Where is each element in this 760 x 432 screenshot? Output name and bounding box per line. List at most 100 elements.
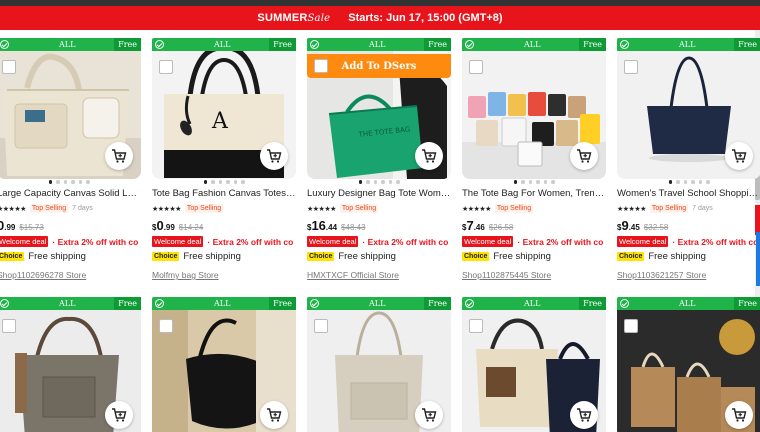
delivery-days: 7 days bbox=[692, 205, 713, 212]
add-to-cart-button[interactable] bbox=[415, 142, 443, 170]
price-row: $0.99 $14.24 bbox=[152, 218, 203, 233]
check-icon bbox=[0, 299, 9, 308]
all-label: ALL bbox=[214, 40, 231, 49]
shipping-badge-bar: ALL Free bbox=[152, 297, 296, 310]
rating-row: ★★★★★ Top Selling bbox=[307, 204, 379, 213]
add-to-cart-button[interactable] bbox=[105, 401, 133, 429]
all-label: ALL bbox=[679, 299, 696, 308]
select-checkbox[interactable] bbox=[159, 319, 173, 333]
product-title[interactable]: Large Capacity Canvas Solid Let… bbox=[0, 188, 141, 199]
select-checkbox[interactable] bbox=[624, 60, 638, 74]
select-checkbox[interactable] bbox=[469, 319, 483, 333]
select-checkbox[interactable] bbox=[2, 319, 16, 333]
shipping-row: Choice Free shipping bbox=[152, 251, 241, 262]
shipping-badge-bar: ALL Free bbox=[0, 297, 141, 310]
shipping-badge-bar: ALL Free bbox=[152, 38, 296, 51]
choice-badge: Choice bbox=[617, 252, 645, 261]
delivery-days: 7 days bbox=[72, 205, 93, 212]
shipping-row: Choice Free shipping bbox=[617, 251, 706, 262]
free-shipping-text: Free shipping bbox=[28, 251, 86, 262]
free-shipping-text: Free shipping bbox=[338, 251, 396, 262]
shipping-badge-bar: ALL Free bbox=[307, 38, 451, 51]
free-label: Free bbox=[424, 297, 451, 310]
image-carousel-dots[interactable] bbox=[152, 180, 296, 186]
choice-badge: Choice bbox=[152, 252, 180, 261]
select-checkbox[interactable] bbox=[624, 319, 638, 333]
welcome-deal-badge: Welcome deal bbox=[617, 236, 669, 247]
check-icon bbox=[310, 40, 319, 49]
add-to-cart-button[interactable] bbox=[570, 401, 598, 429]
select-checkbox[interactable] bbox=[159, 60, 173, 74]
shipping-badge-bar: ALL Free bbox=[462, 38, 606, 51]
product-title[interactable]: Tote Bag Fashion Canvas Totes … bbox=[152, 188, 296, 199]
free-label: Free bbox=[734, 38, 760, 51]
original-price: $32.58 bbox=[643, 223, 669, 232]
select-checkbox[interactable] bbox=[2, 60, 16, 74]
shipping-badge-bar: ALL Free bbox=[307, 297, 451, 310]
price-row: $9.45 $32.58 bbox=[617, 218, 668, 233]
select-checkbox[interactable] bbox=[314, 319, 328, 333]
deal-row: Welcome deal · Extra 2% off with co bbox=[462, 236, 606, 247]
top-selling-badge: Top Selling bbox=[184, 204, 224, 213]
floating-side-tab[interactable] bbox=[756, 232, 760, 286]
choice-badge: Choice bbox=[307, 252, 335, 261]
original-price: $48.43 bbox=[341, 223, 366, 232]
add-to-dsers-button[interactable]: Add To DSers bbox=[307, 54, 451, 78]
product-title[interactable]: Women's Travel School Shoppi… bbox=[617, 188, 760, 199]
top-selling-badge: Top Selling bbox=[494, 204, 534, 213]
extra-discount-text: · Extra 2% off with co bbox=[517, 236, 604, 247]
shipping-row: Choice Free shipping bbox=[0, 251, 86, 262]
store-link[interactable]: Shop1102696278 Store bbox=[0, 270, 86, 280]
all-label: ALL bbox=[59, 299, 76, 308]
image-carousel-dots[interactable] bbox=[617, 180, 760, 186]
add-to-cart-icon bbox=[577, 149, 592, 163]
top-selling-badge: Top Selling bbox=[649, 204, 689, 213]
rating-row: ★★★★★ Top Selling bbox=[462, 204, 534, 213]
free-label: Free bbox=[269, 38, 296, 51]
add-to-cart-button[interactable] bbox=[415, 401, 443, 429]
extra-discount-text: · Extra 2% off with co bbox=[672, 236, 759, 247]
product-title[interactable]: The Tote Bag For Women, Tren… bbox=[462, 188, 606, 199]
all-label: ALL bbox=[369, 299, 386, 308]
add-to-cart-button[interactable] bbox=[105, 142, 133, 170]
shipping-badge-bar: ALL Free bbox=[617, 38, 760, 51]
select-checkbox[interactable] bbox=[469, 60, 483, 74]
welcome-deal-badge: Welcome deal bbox=[152, 236, 204, 247]
shipping-row: Choice Free shipping bbox=[462, 251, 551, 262]
check-icon bbox=[465, 299, 474, 308]
free-shipping-text: Free shipping bbox=[183, 251, 241, 262]
add-to-cart-button[interactable] bbox=[260, 401, 288, 429]
summer-sale-banner[interactable]: SUMMERSale Starts: Jun 17, 15:00 (GMT+8) bbox=[0, 6, 760, 30]
choice-badge: Choice bbox=[462, 252, 490, 261]
banner-start-time: Starts: Jun 17, 15:00 (GMT+8) bbox=[348, 12, 503, 24]
rating-stars: ★★★★★ bbox=[0, 205, 26, 213]
store-link[interactable]: Shop1103621257 Store bbox=[617, 270, 706, 280]
all-label: ALL bbox=[524, 40, 541, 49]
add-to-cart-icon bbox=[422, 149, 437, 163]
select-checkbox[interactable] bbox=[314, 59, 328, 73]
store-link[interactable]: Molfmy bag Store bbox=[152, 270, 219, 280]
banner-brand: SUMMERSale bbox=[257, 12, 331, 24]
store-link[interactable]: HMXTXCF Official Store bbox=[307, 270, 399, 280]
check-icon bbox=[0, 40, 9, 49]
floating-side-button[interactable] bbox=[755, 205, 760, 235]
shipping-badge-bar: ALL Free bbox=[617, 297, 760, 310]
add-to-cart-button[interactable] bbox=[260, 142, 288, 170]
welcome-deal-badge: Welcome deal bbox=[0, 236, 49, 247]
add-to-cart-button[interactable] bbox=[725, 401, 753, 429]
check-icon bbox=[155, 40, 164, 49]
image-carousel-dots[interactable] bbox=[307, 180, 451, 186]
image-carousel-dots[interactable] bbox=[0, 180, 141, 186]
add-to-cart-button[interactable] bbox=[570, 142, 598, 170]
image-carousel-dots[interactable] bbox=[462, 180, 606, 186]
free-shipping-text: Free shipping bbox=[493, 251, 551, 262]
original-price: $15.73 bbox=[19, 223, 44, 232]
check-icon bbox=[155, 299, 164, 308]
welcome-deal-badge: Welcome deal bbox=[307, 236, 359, 247]
add-to-cart-button[interactable] bbox=[725, 142, 753, 170]
product-title[interactable]: Luxury Designer Bag Tote Wom… bbox=[307, 188, 451, 199]
free-label: Free bbox=[114, 38, 141, 51]
free-label: Free bbox=[114, 297, 141, 310]
rating-row: ★★★★★ Top Selling 7 days bbox=[617, 204, 713, 213]
store-link[interactable]: Shop1102875445 Store bbox=[462, 270, 551, 280]
